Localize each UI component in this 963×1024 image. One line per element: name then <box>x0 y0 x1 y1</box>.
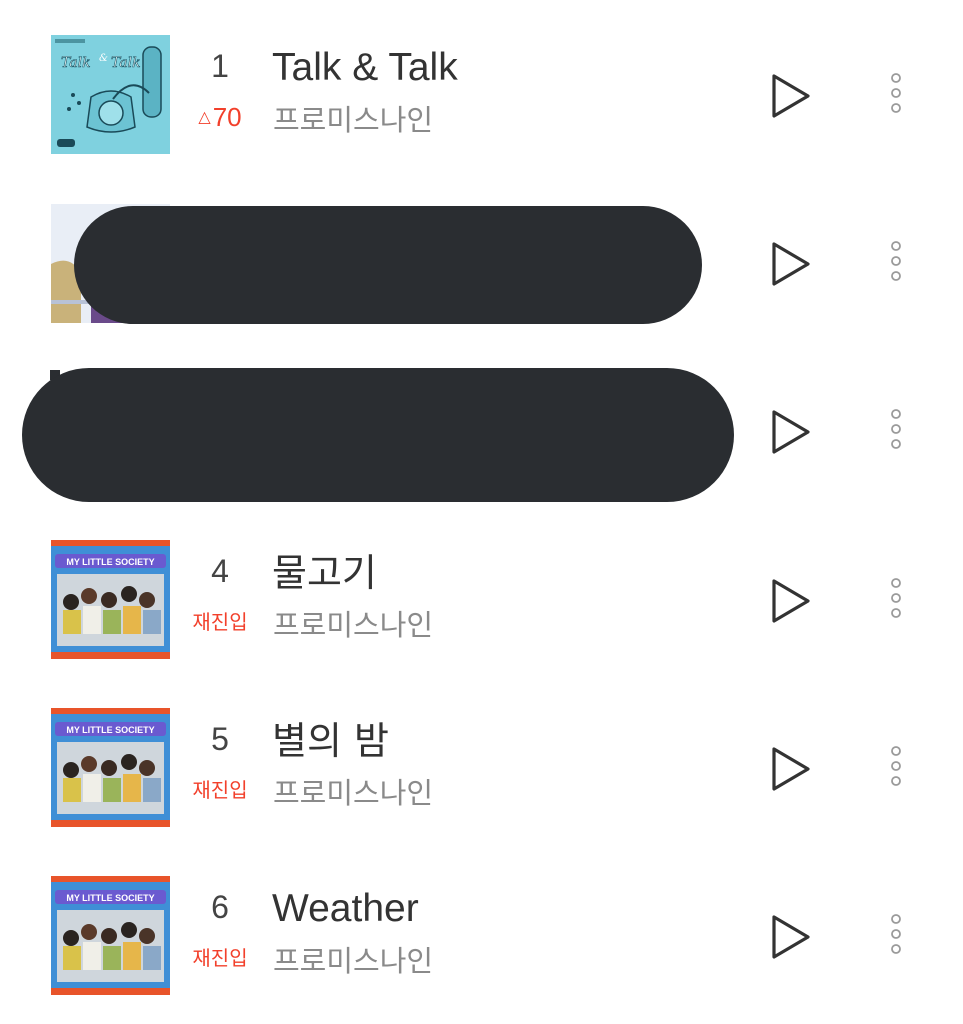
chart-song-list: Talk & Talk 1 △70 Talk & Talk 프로미스나인 MY … <box>0 0 963 1024</box>
song-row[interactable]: MY LITTLE SOCIETY 5 재진입 별의 밤 프로미스나인 <box>0 673 963 841</box>
more-options-button[interactable] <box>884 68 908 124</box>
song-title[interactable]: Talk & Talk <box>272 44 458 92</box>
more-options-button[interactable] <box>884 573 908 629</box>
more-vertical-icon <box>891 73 901 113</box>
rank-number: 4 <box>211 553 229 589</box>
song-row[interactable]: MY LITTLE SOCIETY 6 재진입 Weather 프로미스나인 <box>0 841 963 1009</box>
song-row[interactable]: Talk & Talk 1 △70 Talk & Talk 프로미스나인 <box>0 0 963 168</box>
talk-and-talk-album-art: Talk & Talk <box>51 35 170 154</box>
my-little-society-album-art: MY LITTLE SOCIETY <box>51 876 170 995</box>
play-icon <box>772 410 810 454</box>
play-button[interactable] <box>765 911 815 963</box>
song-title[interactable]: Weather <box>272 885 419 933</box>
rank-number: 1 <box>211 48 229 84</box>
play-icon <box>772 915 810 959</box>
artist-name[interactable]: 프로미스나인 <box>273 773 433 813</box>
more-vertical-icon <box>891 746 901 786</box>
artist-name[interactable]: 프로미스나인 <box>273 605 433 645</box>
redaction-block <box>74 206 702 324</box>
album-text: MY LITTLE SOCIETY <box>66 557 154 567</box>
svg-text:&: & <box>99 53 108 64</box>
rank-change-value: 70 <box>212 102 242 132</box>
play-icon <box>772 74 810 118</box>
album-cover[interactable]: Talk & Talk <box>51 35 170 154</box>
my-little-society-album-art: MY LITTLE SOCIETY <box>51 708 170 827</box>
play-button[interactable] <box>765 238 815 290</box>
song-title[interactable]: 물고기 <box>272 549 377 597</box>
more-options-button[interactable] <box>884 236 908 292</box>
album-text: MY LITTLE SOCIETY <box>66 725 154 735</box>
song-title[interactable]: 별의 밤 <box>272 717 389 765</box>
play-button[interactable] <box>765 70 815 122</box>
rank-number: 6 <box>211 889 229 925</box>
play-button[interactable] <box>765 406 815 458</box>
more-vertical-icon <box>891 914 901 954</box>
rank-change-label: 재진입 <box>192 946 248 970</box>
play-icon <box>772 579 810 623</box>
more-vertical-icon <box>891 241 901 281</box>
artist-name[interactable]: 프로미스나인 <box>273 100 433 140</box>
album-cover[interactable]: MY LITTLE SOCIETY <box>51 876 170 995</box>
artist-name[interactable]: 프로미스나인 <box>273 941 433 981</box>
play-icon <box>772 747 810 791</box>
play-button[interactable] <box>765 575 815 627</box>
more-options-button[interactable] <box>884 909 908 965</box>
album-cover[interactable]: MY LITTLE SOCIETY <box>51 540 170 659</box>
rank-change-label: 재진입 <box>192 778 248 802</box>
album-text: MY LITTLE SOCIETY <box>66 893 154 903</box>
redaction-block <box>22 368 734 502</box>
play-button[interactable] <box>765 743 815 795</box>
more-options-button[interactable] <box>884 741 908 797</box>
more-options-button[interactable] <box>884 404 908 460</box>
play-icon <box>772 242 810 286</box>
triangle-up-icon: △ <box>198 109 211 126</box>
album-cover[interactable]: MY LITTLE SOCIETY <box>51 708 170 827</box>
rank-change-label: 재진입 <box>192 610 248 634</box>
rank-number: 5 <box>211 721 229 757</box>
more-vertical-icon <box>891 409 901 449</box>
my-little-society-album-art: MY LITTLE SOCIETY <box>51 540 170 659</box>
rank-change: △70 <box>180 100 260 135</box>
svg-text:Talk: Talk <box>111 55 141 71</box>
svg-text:Talk: Talk <box>61 55 91 71</box>
more-vertical-icon <box>891 578 901 618</box>
song-row[interactable]: MY LITTLE SOCIETY 4 재진입 물고기 프로미스나인 <box>0 505 963 673</box>
